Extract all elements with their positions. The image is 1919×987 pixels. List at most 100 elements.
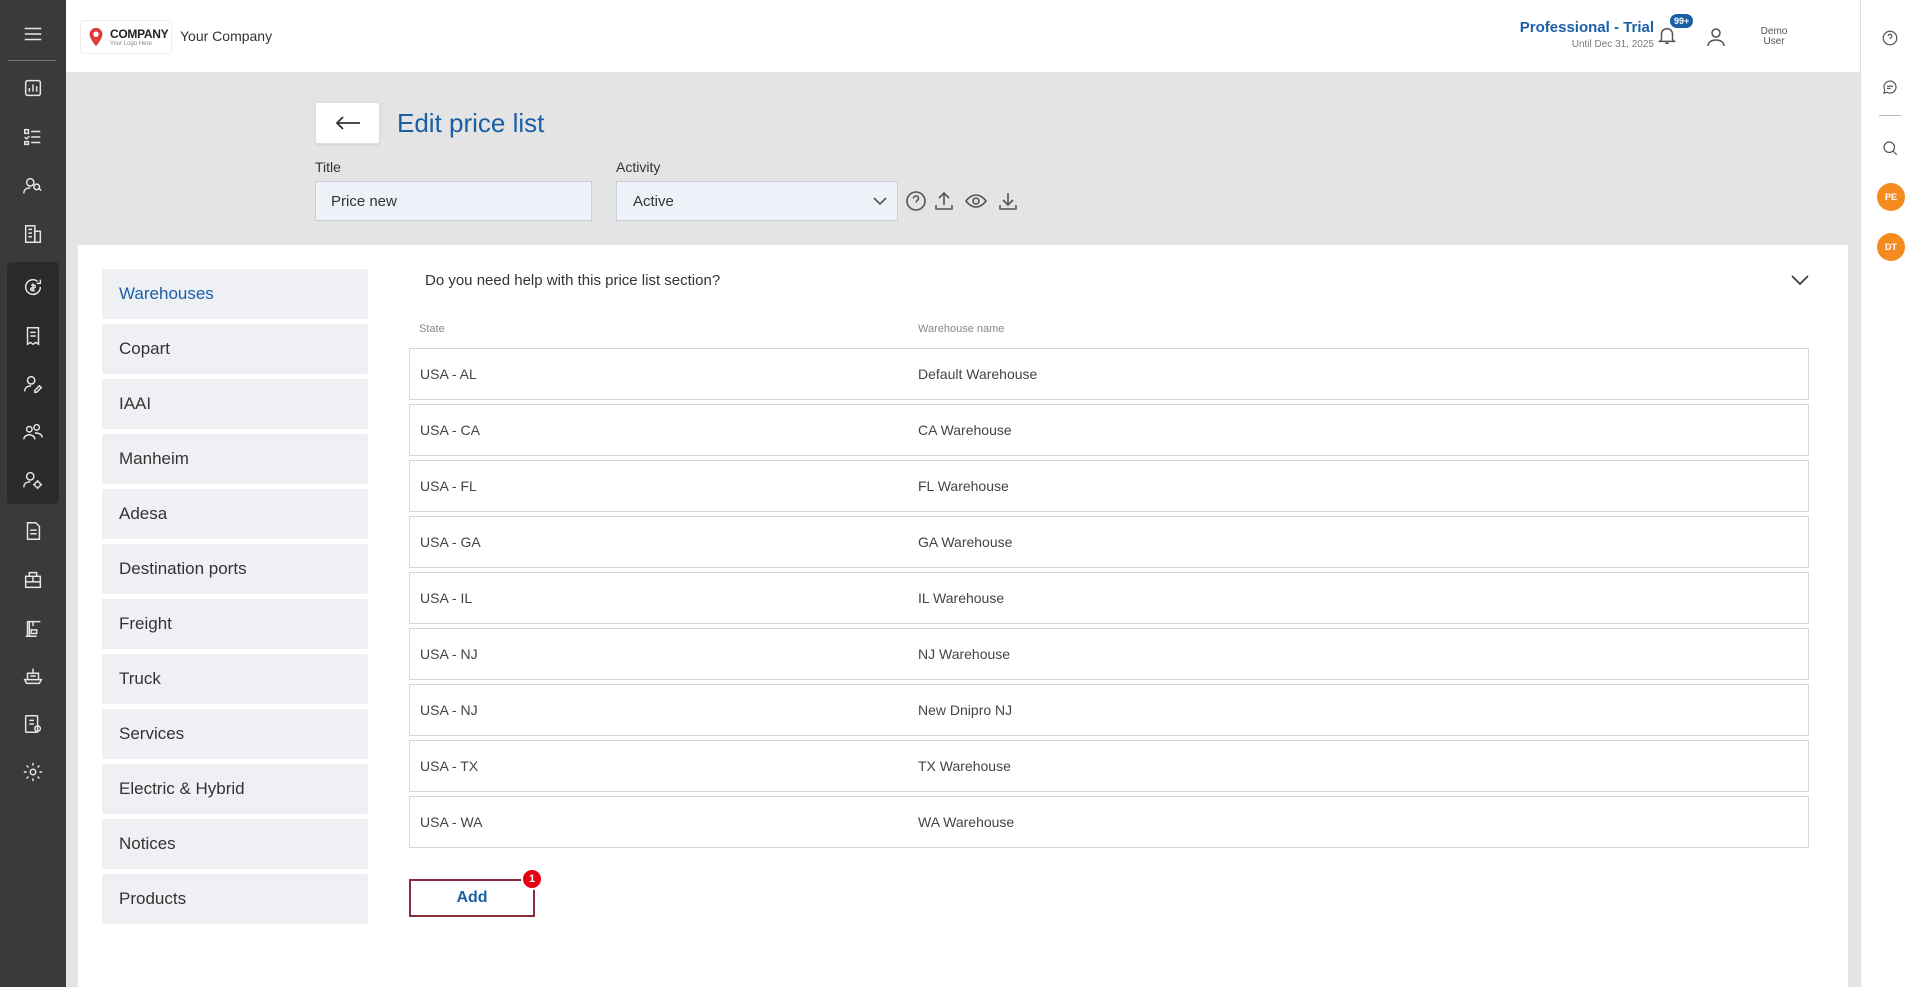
- section-services[interactable]: Services: [102, 709, 368, 759]
- warehouse-name-cell: GA Warehouse: [918, 534, 1013, 550]
- state-column-header: State: [419, 323, 445, 335]
- upload-icon[interactable]: [931, 188, 957, 214]
- notifications-button[interactable]: 99+: [1656, 14, 1694, 50]
- plan-title: Professional - Trial: [1519, 19, 1654, 36]
- right-rail-divider: [1879, 115, 1901, 116]
- avatar-dt[interactable]: DT: [1877, 233, 1905, 261]
- section-manheim[interactable]: Manheim: [102, 434, 368, 484]
- team-icon[interactable]: [0, 410, 66, 454]
- dashboard-icon[interactable]: [0, 66, 66, 110]
- plan-info[interactable]: Professional - Trial Until Dec 31, 2025: [1520, 19, 1654, 50]
- price-list-icon[interactable]: [0, 702, 66, 746]
- package-icon[interactable]: [0, 558, 66, 602]
- add-button-badge: 1: [521, 868, 543, 890]
- table-row[interactable]: USA - CA CA Warehouse: [409, 404, 1809, 456]
- section-products[interactable]: Products: [102, 874, 368, 924]
- rail-divider: [8, 60, 56, 61]
- user-last-name: User: [1763, 36, 1785, 47]
- state-cell: USA - TX: [420, 758, 479, 774]
- activity-value: Active: [633, 192, 674, 210]
- task-list-icon[interactable]: [0, 115, 66, 159]
- help-icon[interactable]: [1878, 26, 1902, 50]
- add-button[interactable]: Add: [409, 879, 535, 917]
- chevron-down-icon: [873, 197, 887, 206]
- table-row[interactable]: USA - TX TX Warehouse: [409, 740, 1809, 792]
- state-cell: USA - NJ: [420, 646, 478, 662]
- logo-subtitle: Your Logo Here: [110, 40, 152, 47]
- warehouse-name-cell: WA Warehouse: [918, 814, 1015, 830]
- state-cell: USA - WA: [420, 814, 483, 830]
- warehouse-name-cell: IL Warehouse: [918, 590, 1005, 606]
- state-cell: USA - NJ: [420, 702, 478, 718]
- section-freight[interactable]: Freight: [102, 599, 368, 649]
- activity-select[interactable]: Active: [616, 181, 898, 221]
- warehouse-name-cell: Default Warehouse: [918, 366, 1038, 382]
- section-destination-ports[interactable]: Destination ports: [102, 544, 368, 594]
- user-icon: [1707, 28, 1725, 47]
- table-row[interactable]: USA - IL IL Warehouse: [409, 572, 1809, 624]
- activity-label: Activity: [616, 159, 661, 175]
- table-row[interactable]: USA - NJ New Dnipro NJ: [409, 684, 1809, 736]
- document-icon[interactable]: [0, 509, 66, 553]
- customer-search-icon[interactable]: [0, 164, 66, 208]
- arrow-left-icon: [335, 116, 360, 130]
- warehouse-name-cell: New Dnipro NJ: [918, 702, 1013, 718]
- state-cell: USA - GA: [420, 534, 481, 550]
- page-title: Edit price list: [397, 108, 545, 138]
- right-sidebar: PE DT: [1860, 0, 1919, 987]
- section-iaai[interactable]: IAAI: [102, 379, 368, 429]
- logo-pin-icon: [89, 27, 103, 47]
- warehouse-name-cell: FL Warehouse: [918, 478, 1009, 494]
- company-name: Your Company: [180, 28, 273, 44]
- chevron-down-icon: [1791, 275, 1809, 286]
- state-cell: USA - CA: [420, 422, 480, 438]
- table-row[interactable]: USA - NJ NJ Warehouse: [409, 628, 1809, 680]
- user-menu-button[interactable]: [1704, 25, 1728, 54]
- payments-icon[interactable]: [0, 265, 66, 309]
- title-label: Title: [315, 159, 341, 175]
- warehouse-name-cell: TX Warehouse: [918, 758, 1011, 774]
- section-copart[interactable]: Copart: [102, 324, 368, 374]
- section-adesa[interactable]: Adesa: [102, 489, 368, 539]
- crane-icon[interactable]: [0, 606, 66, 650]
- price-list-panel: Warehouses Copart IAAI Manheim Adesa Des…: [78, 245, 1848, 987]
- help-accordion[interactable]: Do you need help with this price list se…: [409, 260, 1809, 300]
- table-row[interactable]: USA - GA GA Warehouse: [409, 516, 1809, 568]
- user-settings-icon[interactable]: [0, 458, 66, 502]
- search-icon[interactable]: [1878, 136, 1902, 160]
- state-cell: USA - IL: [420, 590, 473, 606]
- logo-title: COMPANY: [110, 26, 169, 41]
- back-button[interactable]: [315, 102, 380, 144]
- section-truck[interactable]: Truck: [102, 654, 368, 704]
- help-text: Do you need help with this price list se…: [425, 271, 721, 289]
- title-input[interactable]: [315, 181, 592, 221]
- ship-icon[interactable]: [0, 654, 66, 698]
- chat-icon[interactable]: [1878, 75, 1902, 99]
- warehouse-name-column-header: Warehouse name: [918, 323, 1005, 335]
- notification-badge: 99+: [1670, 14, 1694, 28]
- warehouse-name-cell: NJ Warehouse: [918, 646, 1011, 662]
- eye-icon[interactable]: [963, 188, 989, 214]
- section-electric-hybrid[interactable]: Electric & Hybrid: [102, 764, 368, 814]
- state-cell: USA - FL: [420, 478, 477, 494]
- left-sidebar: [0, 0, 66, 987]
- menu-icon[interactable]: [0, 12, 66, 56]
- table-row[interactable]: USA - AL Default Warehouse: [409, 348, 1809, 400]
- settings-icon[interactable]: [0, 750, 66, 794]
- state-cell: USA - AL: [420, 366, 477, 382]
- table-row[interactable]: USA - FL FL Warehouse: [409, 460, 1809, 512]
- user-name[interactable]: Demo User: [1754, 27, 1794, 47]
- section-notices[interactable]: Notices: [102, 819, 368, 869]
- invoice-icon[interactable]: [0, 314, 66, 358]
- help-circle-icon[interactable]: [903, 188, 929, 214]
- plan-until: Until Dec 31, 2025: [1571, 39, 1654, 50]
- avatar-pe[interactable]: PE: [1877, 183, 1905, 211]
- top-bar: COMPANY Your Logo Here Your Company Prof…: [66, 0, 1860, 73]
- company-logo[interactable]: COMPANY Your Logo Here: [80, 20, 172, 54]
- warehouse-name-cell: CA Warehouse: [918, 422, 1012, 438]
- buildings-icon[interactable]: [0, 212, 66, 256]
- table-row[interactable]: USA - WA WA Warehouse: [409, 796, 1809, 848]
- user-edit-icon[interactable]: [0, 362, 66, 406]
- section-warehouses[interactable]: Warehouses: [102, 269, 368, 319]
- download-icon[interactable]: [995, 188, 1021, 214]
